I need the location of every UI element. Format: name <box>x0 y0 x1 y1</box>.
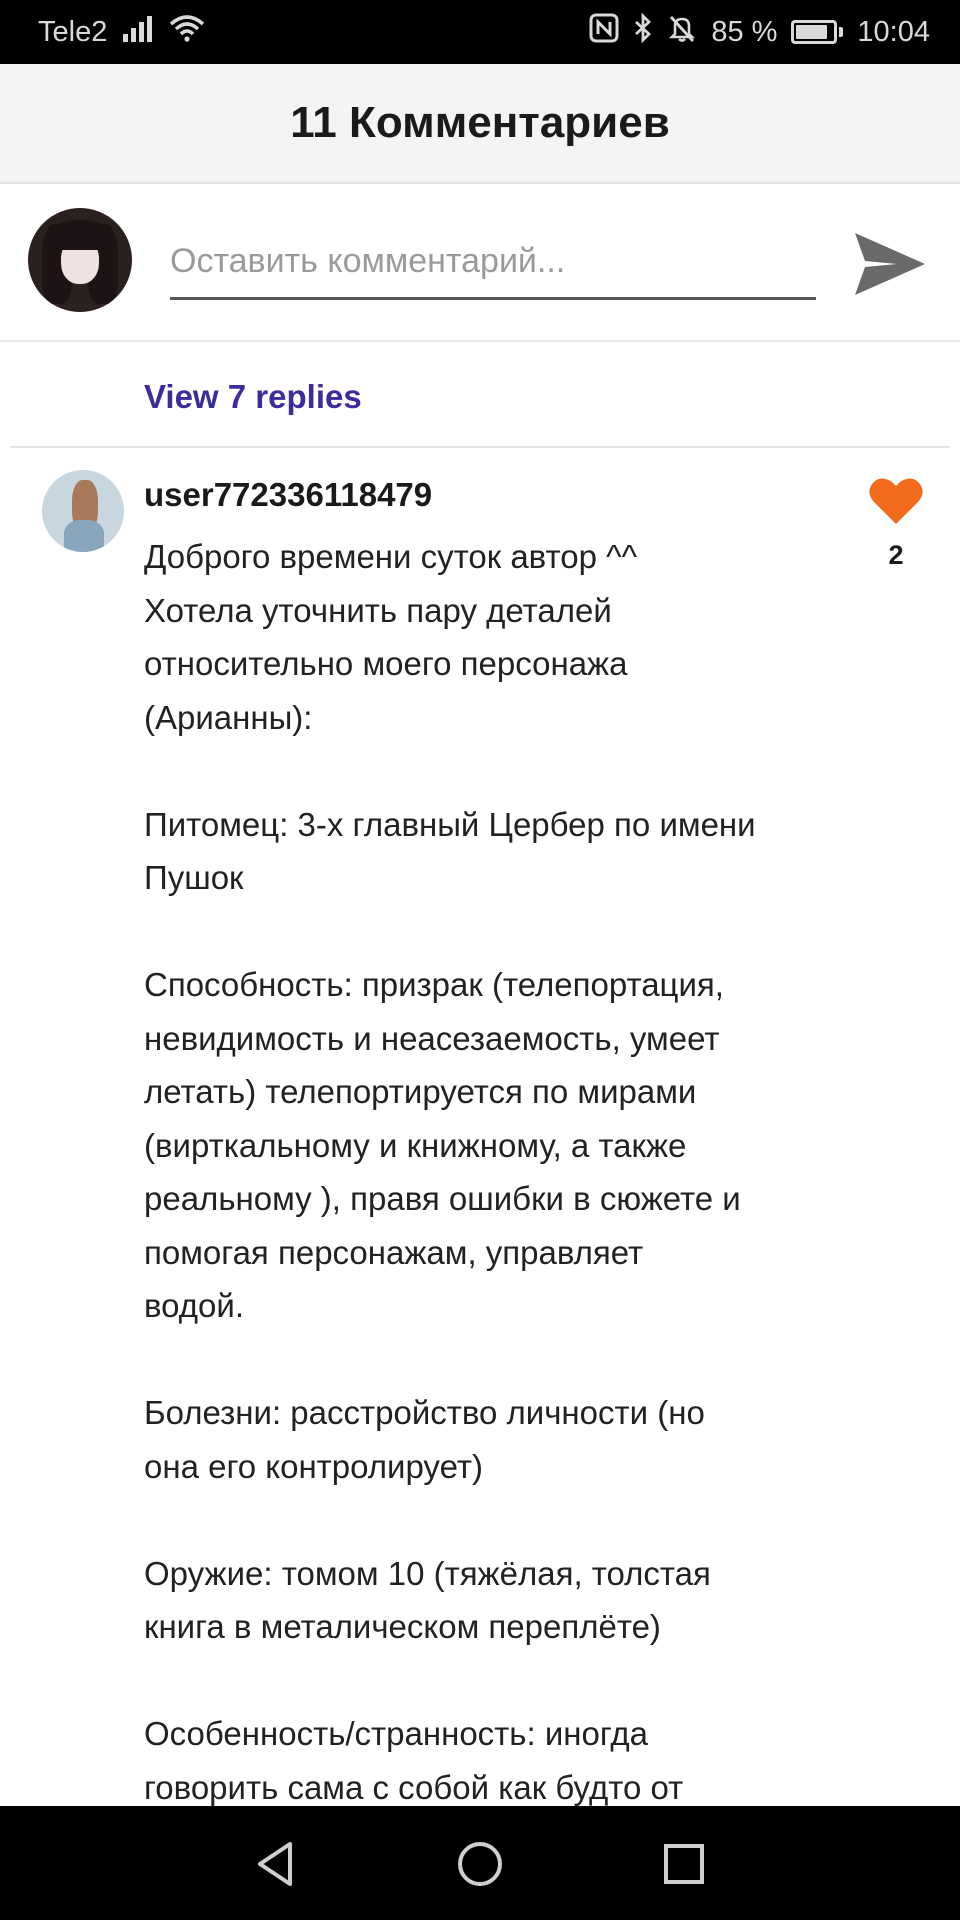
send-button[interactable] <box>850 226 930 306</box>
signal-icon <box>121 14 155 50</box>
clock: 10:04 <box>857 15 930 48</box>
send-icon <box>853 229 927 304</box>
back-icon <box>246 1842 306 1898</box>
wifi-icon <box>169 14 205 50</box>
status-bar: Tele2 85 % 10:04 <box>0 0 960 64</box>
view-replies-link[interactable]: View 7 replies <box>144 378 362 416</box>
like-count: 2 <box>888 540 904 570</box>
navigation-bar <box>0 1806 960 1920</box>
status-right: 85 % 10:04 <box>589 12 930 51</box>
page-title: 11 Комментариев <box>290 98 670 147</box>
bluetooth-icon <box>633 12 653 51</box>
header: 11 Комментариев <box>0 64 960 184</box>
like-button[interactable] <box>868 476 924 526</box>
recents-button[interactable] <box>654 1834 714 1894</box>
comment-input[interactable] <box>170 226 816 300</box>
comment-avatar[interactable] <box>42 470 124 552</box>
home-icon <box>450 1842 510 1898</box>
battery-percent: 85 % <box>711 15 778 48</box>
divider <box>10 446 950 448</box>
avatar[interactable] <box>28 208 132 312</box>
comment-text: Доброго времени суток автор ^^ Хотела ут… <box>144 538 756 1806</box>
mute-icon <box>667 13 697 51</box>
comment-author[interactable]: user772336118479 <box>144 476 432 514</box>
home-button[interactable] <box>450 1834 510 1894</box>
recents-icon <box>654 1844 714 1898</box>
status-left: Tele2 <box>38 14 205 50</box>
heart-icon <box>868 478 924 530</box>
battery-icon <box>791 20 844 44</box>
nfc-icon <box>589 13 619 51</box>
back-button[interactable] <box>246 1834 306 1894</box>
comment-input-row <box>0 186 960 342</box>
carrier-label: Tele2 <box>38 15 108 48</box>
